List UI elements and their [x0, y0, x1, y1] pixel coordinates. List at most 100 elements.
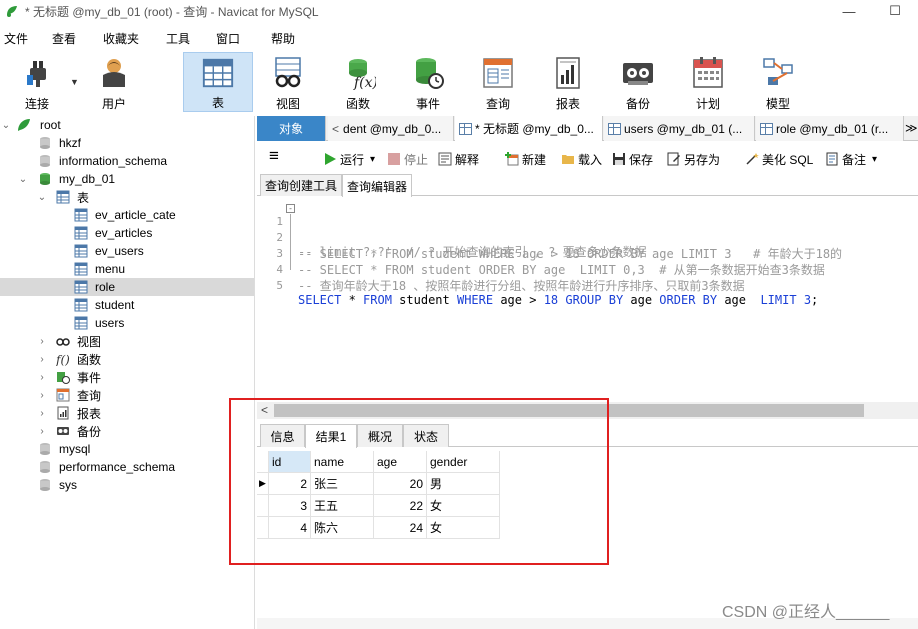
tab-status[interactable]: 状态	[403, 424, 449, 447]
tree-item-sys[interactable]: sys	[0, 476, 254, 494]
tab-student-query[interactable]: < dent @my_db_0...	[328, 116, 454, 141]
load-button[interactable]: 载入	[561, 150, 602, 168]
run-dropdown-icon[interactable]: ▾	[370, 154, 375, 165]
notes-dropdown-icon[interactable]: ▾	[872, 154, 877, 165]
cell-id[interactable]: 2	[269, 473, 311, 495]
tree-item-table[interactable]: student	[0, 296, 254, 314]
explain-button[interactable]: 解释	[438, 150, 479, 168]
hamburger-menu-icon[interactable]: ≡	[269, 146, 279, 165]
tab-query-builder[interactable]: 查询创建工具	[260, 174, 343, 196]
tree-item-functions[interactable]: › f() 函数	[0, 350, 254, 368]
cell-age[interactable]: 24	[374, 517, 427, 539]
tab-query-editor[interactable]: 查询编辑器	[342, 174, 413, 197]
stop-button[interactable]: 停止	[387, 150, 428, 168]
tree-item-information-schema[interactable]: information_schema	[0, 152, 254, 170]
notes-button[interactable]: 备注 ▾	[825, 150, 877, 168]
tree-item-queries[interactable]: › 查询	[0, 386, 254, 404]
user-button[interactable]: 用户	[81, 52, 147, 112]
tree-item-root[interactable]: ⌄ root	[0, 116, 254, 134]
tab-info[interactable]: 信息	[260, 424, 305, 447]
menu-file[interactable]: 文件	[4, 30, 28, 47]
tree-item-reports[interactable]: › 报表	[0, 404, 254, 422]
tree-item-my-db-01[interactable]: ⌄ my_db_01	[0, 170, 254, 188]
tree-item-backups[interactable]: › 备份	[0, 422, 254, 440]
run-button[interactable]: 运行 ▾	[323, 150, 375, 168]
fold-toggle-icon[interactable]: -	[286, 204, 295, 213]
minimize-button[interactable]: —	[826, 0, 872, 22]
backup-button[interactable]: 备份	[605, 52, 671, 112]
tree-item-table[interactable]: menu	[0, 260, 254, 278]
maximize-button[interactable]: ☐	[872, 0, 918, 22]
collapse-arrow-icon[interactable]: ⌄	[0, 120, 12, 131]
tab-untitled-query[interactable]: * 无标题 @my_db_0...	[455, 116, 603, 141]
expand-arrow-icon[interactable]: ›	[36, 354, 48, 365]
report-button[interactable]: 报表	[535, 52, 601, 112]
column-header-id[interactable]: id	[269, 451, 311, 473]
connect-button[interactable]: 连接	[4, 52, 70, 112]
tab-scroll-left-icon[interactable]: <	[332, 122, 339, 136]
model-button[interactable]: 模型	[745, 52, 811, 112]
beautify-sql-button[interactable]: 美化 SQL	[745, 150, 813, 168]
expand-arrow-icon[interactable]: ›	[36, 426, 48, 437]
result-grid[interactable]: id name age gender ▶ 2 张三 20 男 3 王五 22 女…	[257, 451, 501, 541]
tree-item-views[interactable]: › 视图	[0, 332, 254, 350]
cell-name[interactable]: 王五	[311, 495, 374, 517]
column-header-name[interactable]: name	[311, 451, 374, 473]
expand-arrow-icon[interactable]: ›	[36, 372, 48, 383]
table-row[interactable]: 4 陈六 24 女	[257, 517, 501, 539]
view-button[interactable]: 视图	[255, 52, 321, 112]
tree-item-performance-schema[interactable]: performance_schema	[0, 458, 254, 476]
connect-dropdown-icon[interactable]: ▼	[70, 77, 79, 87]
menu-view[interactable]: 查看	[52, 30, 76, 47]
tree-item-tables-folder[interactable]: ⌄ 表	[0, 188, 254, 206]
table-row[interactable]: ▶ 2 张三 20 男	[257, 473, 501, 495]
cell-id[interactable]: 4	[269, 517, 311, 539]
expand-arrow-icon[interactable]: ›	[36, 408, 48, 419]
collapse-arrow-icon[interactable]: ⌄	[36, 192, 48, 203]
scrollbar-thumb[interactable]	[274, 404, 864, 417]
collapse-arrow-icon[interactable]: ⌄	[17, 174, 29, 185]
cell-name[interactable]: 张三	[311, 473, 374, 495]
cell-name[interactable]: 陈六	[311, 517, 374, 539]
sql-editor[interactable]: 1 - -- limit ?,?' // ? 开始查询的索引 , ? 要查多少条…	[257, 197, 918, 402]
tab-overview[interactable]: 概况	[357, 424, 403, 447]
tree-item-table[interactable]: users	[0, 314, 254, 332]
tab-result-1[interactable]: 结果1	[305, 424, 357, 448]
cell-id[interactable]: 3	[269, 495, 311, 517]
cell-age[interactable]: 22	[374, 495, 427, 517]
tab-overflow-icon[interactable]: ≫	[905, 121, 918, 135]
cell-age[interactable]: 20	[374, 473, 427, 495]
column-header-age[interactable]: age	[374, 451, 427, 473]
function-button[interactable]: f(x) 函数	[325, 52, 391, 112]
new-button[interactable]: 新建	[505, 150, 546, 168]
save-as-button[interactable]: 另存为	[667, 150, 720, 168]
tab-users-table[interactable]: users @my_db_01 (...	[604, 116, 755, 141]
menu-favorites[interactable]: 收藏夹	[103, 30, 139, 47]
menu-help[interactable]: 帮助	[271, 30, 295, 47]
tree-item-hkzf[interactable]: hkzf	[0, 134, 254, 152]
cell-gender[interactable]: 女	[427, 517, 500, 539]
menu-tools[interactable]: 工具	[166, 30, 190, 47]
menu-window[interactable]: 窗口	[216, 30, 240, 47]
tree-item-table[interactable]: ev_article_cate	[0, 206, 254, 224]
cell-gender[interactable]: 男	[427, 473, 500, 495]
query-button[interactable]: 查询	[465, 52, 531, 112]
tree-item-mysql[interactable]: mysql	[0, 440, 254, 458]
tree-item-table[interactable]: ev_articles	[0, 224, 254, 242]
cell-gender[interactable]: 女	[427, 495, 500, 517]
editor-horizontal-scrollbar[interactable]: <	[257, 402, 918, 419]
expand-arrow-icon[interactable]: ›	[36, 390, 48, 401]
tree-item-table-selected[interactable]: role	[0, 278, 254, 296]
column-header-gender[interactable]: gender	[427, 451, 500, 473]
event-button[interactable]: 事件	[395, 52, 461, 112]
expand-arrow-icon[interactable]: ›	[36, 336, 48, 347]
tab-objects[interactable]: 对象	[257, 116, 326, 141]
table-button[interactable]: 表	[183, 52, 253, 112]
scroll-left-icon[interactable]: <	[261, 403, 268, 417]
schedule-button[interactable]: 计划	[675, 52, 741, 112]
table-row[interactable]: 3 王五 22 女	[257, 495, 501, 517]
tab-role-table[interactable]: role @my_db_01 (r...	[756, 116, 904, 141]
tree-item-events[interactable]: › 事件	[0, 368, 254, 386]
save-button[interactable]: 保存	[612, 150, 653, 168]
tree-item-table[interactable]: ev_users	[0, 242, 254, 260]
